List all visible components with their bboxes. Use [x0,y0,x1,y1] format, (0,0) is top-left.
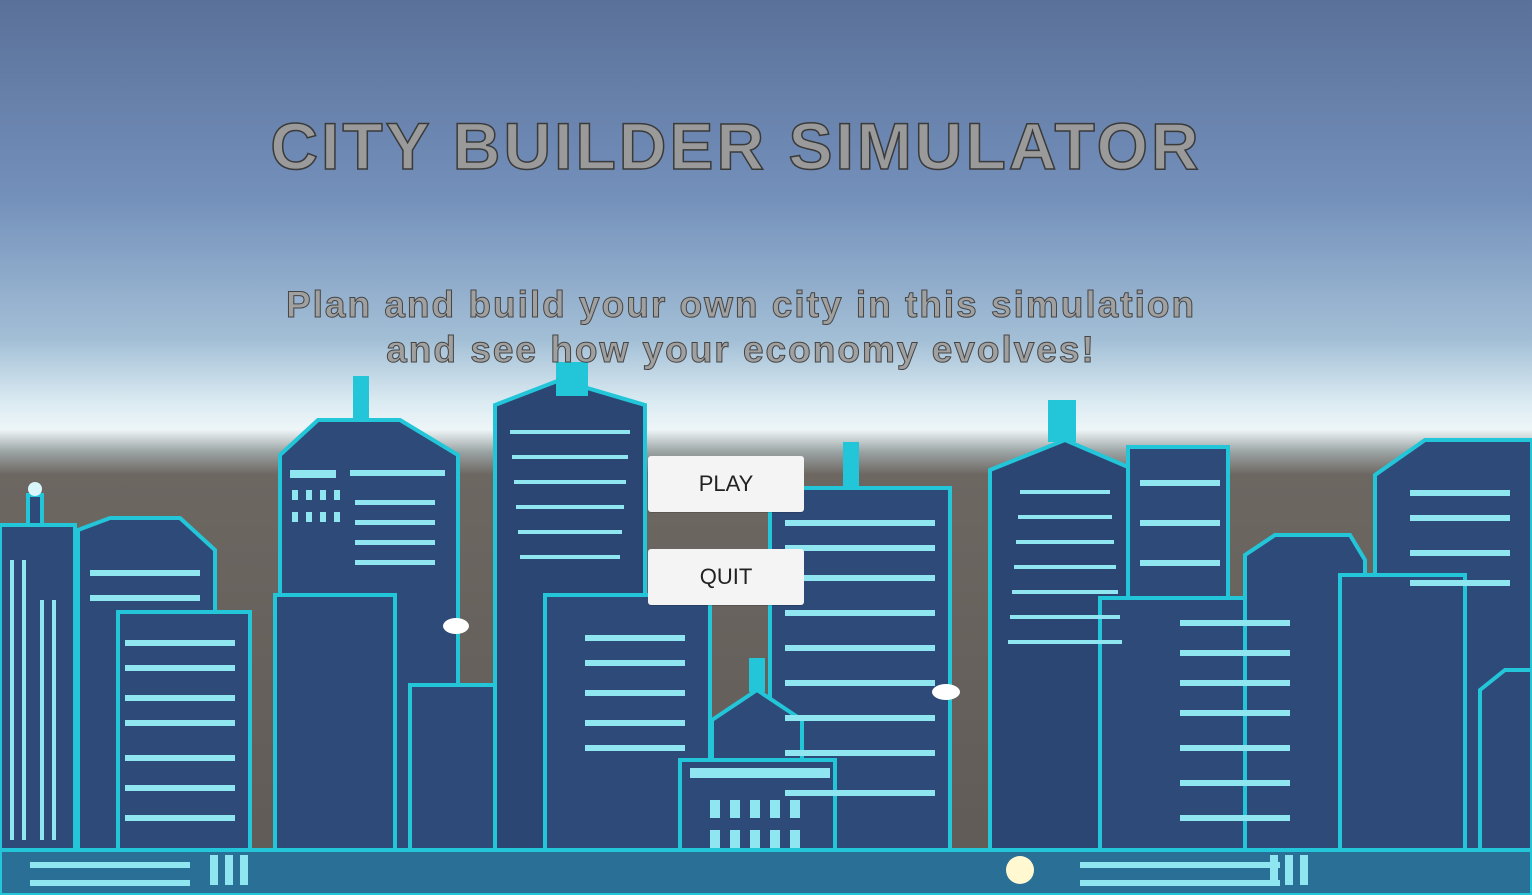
game-subtitle: Plan and build your own city in this sim… [0,282,1507,372]
subtitle-line-1: Plan and build your own city in this sim… [285,284,1197,326]
play-button[interactable]: PLAY [648,456,804,512]
quit-button[interactable]: QUIT [648,549,804,605]
game-title: CITY BUILDER SIMULATOR [270,108,1202,184]
subtitle-line-2: and see how your economy evolves! [386,329,1096,371]
